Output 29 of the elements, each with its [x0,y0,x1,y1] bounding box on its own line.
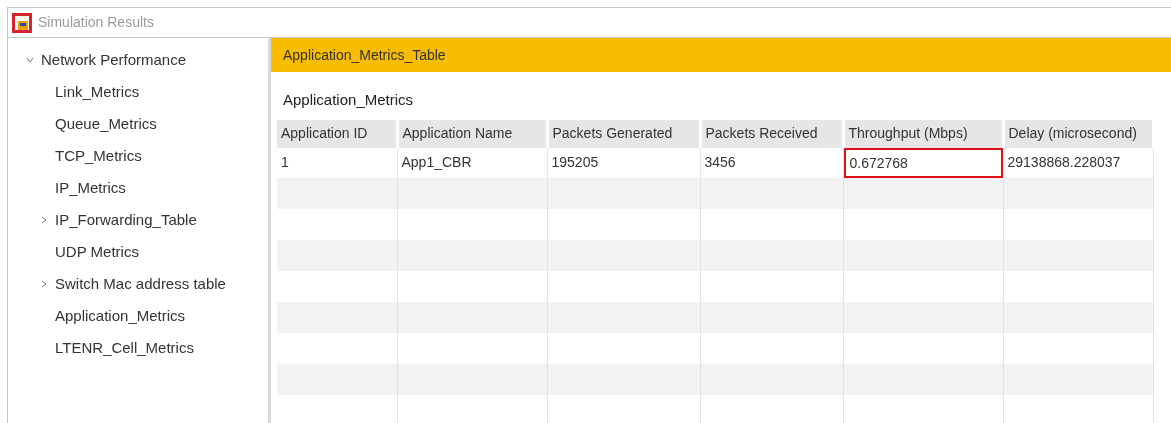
tree-item[interactable]: UDP Metrics [55,240,139,264]
window-title: Simulation Results [38,13,154,32]
tree-item[interactable]: Switch Mac address table [55,272,226,296]
panel-header: Application_Metrics_Table [271,38,1171,72]
table-cell-text: App1_CBR [401,153,473,172]
chevron-right-icon[interactable] [40,216,48,224]
column-header: Application ID [277,119,397,148]
tree-item[interactable]: Application_Metrics [55,304,186,328]
chevron-down-icon[interactable] [26,56,34,64]
table-cell-text: 195205 [551,153,600,172]
table-cell-text: 1 [281,153,290,172]
column-header: Throughput (Mbps) [843,119,1003,148]
tree-item[interactable]: IP_Forwarding_Table [55,208,197,232]
column-header: Delay (microsecond) [1003,119,1153,148]
column-header: Packets Generated [547,119,700,148]
tree-item[interactable]: Link_Metrics [55,80,140,104]
tree-item[interactable]: Queue_Metrics [55,112,157,136]
column-header: Packets Received [700,119,843,148]
app-logo-icon [12,12,32,33]
tree-item[interactable]: TCP_Metrics [55,144,142,168]
table-title: Application_Metrics [282,90,415,110]
column-header: Application Name [397,119,547,148]
table-cell-text: 3456 [704,153,737,172]
table-cell-text: 29138868.228037 [1007,153,1122,172]
tree-item[interactable]: IP_Metrics [55,176,126,200]
chevron-right-icon[interactable] [40,280,48,288]
tree-item[interactable]: Network Performance [41,48,187,72]
table-cell: 0.672768 [843,147,1003,178]
tree-item[interactable]: LTENR_Cell_Metrics [55,336,194,360]
